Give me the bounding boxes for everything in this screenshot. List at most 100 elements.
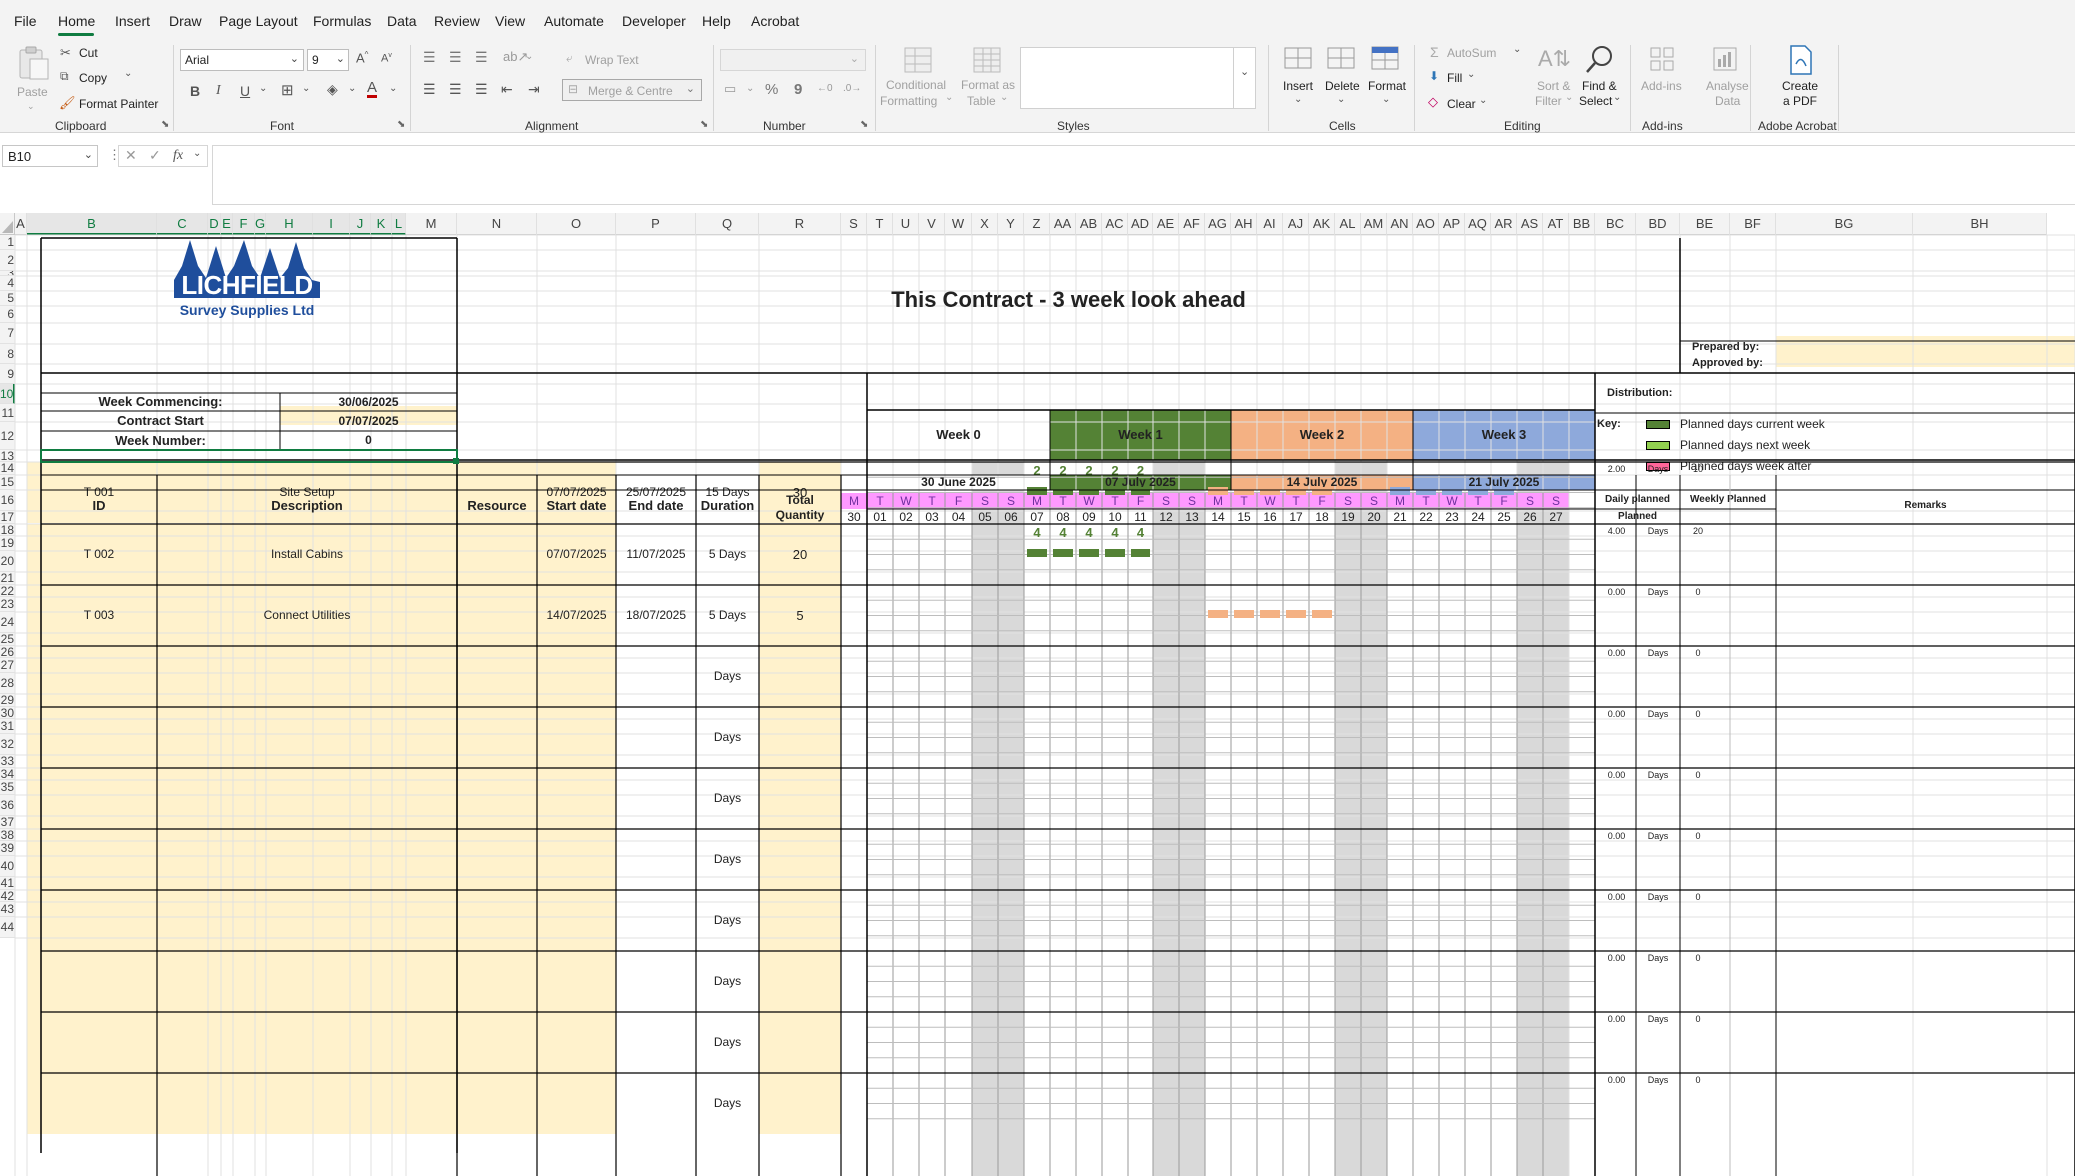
task-start-date[interactable] <box>537 707 616 768</box>
task-end-date[interactable]: 18/07/2025 <box>616 585 696 646</box>
task-description[interactable] <box>157 1012 457 1073</box>
align-left-icon[interactable]: ☰ <box>423 81 436 98</box>
fill-color-chevron-icon[interactable]: ⌄ <box>348 83 356 94</box>
task-start-date[interactable] <box>537 890 616 951</box>
accounting-format-icon[interactable]: ▭ <box>724 81 736 97</box>
accounting-chevron-icon[interactable]: ⌄ <box>746 83 754 94</box>
tab-developer[interactable]: Developer <box>622 13 686 29</box>
comma-style-button[interactable]: 9 <box>794 81 802 98</box>
task-weekly-planned[interactable]: 0 <box>1680 1073 1716 1088</box>
merge-centre-button[interactable]: ⊟ Merge & Centre ⌄ <box>562 79 702 101</box>
task-description[interactable] <box>157 646 457 707</box>
daily-quantity-mark[interactable]: 2 <box>1102 463 1128 478</box>
task-start-date[interactable] <box>537 1073 616 1134</box>
task-description[interactable]: Connect Utilities <box>157 585 457 646</box>
daily-quantity-mark[interactable]: 4 <box>1024 525 1050 540</box>
task-weekly-planned[interactable]: 0 <box>1680 585 1716 600</box>
align-top-icon[interactable]: ☰ <box>423 49 436 66</box>
add-ins-button[interactable]: Add-ins <box>1641 79 1682 93</box>
task-weekly-planned[interactable]: 0 <box>1680 646 1716 661</box>
task-duration[interactable]: 5 Days <box>696 585 759 646</box>
task-id[interactable] <box>41 829 157 890</box>
insert-function-button[interactable]: fx <box>173 148 183 164</box>
daily-quantity-mark[interactable]: 4 <box>1128 525 1153 540</box>
cut-button[interactable]: Cut <box>79 46 98 60</box>
task-weekly-planned[interactable]: 10 <box>1680 462 1716 477</box>
task-id[interactable] <box>41 646 157 707</box>
number-launcher-icon[interactable]: ⬊ <box>860 119 868 130</box>
styles-gallery-more-button[interactable]: ⌄ <box>1233 47 1255 109</box>
sheet-title[interactable]: This Contract - 3 week look ahead <box>457 278 1680 322</box>
task-end-date[interactable] <box>616 646 696 707</box>
borders-chevron-icon[interactable]: ⌄ <box>302 83 310 94</box>
font-family-dropdown[interactable]: Arial ⌄ <box>180 49 304 71</box>
underline-chevron-icon[interactable]: ⌄ <box>259 83 267 94</box>
task-duration[interactable]: Days <box>696 1012 759 1073</box>
task-id[interactable] <box>41 707 157 768</box>
font-color-icon[interactable]: A <box>367 80 378 98</box>
clear-chevron-icon[interactable]: ⌄ <box>1479 95 1487 106</box>
name-box[interactable]: B10 ⌄ <box>2 145 98 167</box>
task-duration[interactable]: Days <box>696 951 759 1012</box>
task-total-quantity[interactable] <box>759 707 841 768</box>
alignment-launcher-icon[interactable]: ⬊ <box>700 119 708 130</box>
week-commencing-value[interactable]: 30/06/2025 <box>280 393 457 411</box>
increase-indent-icon[interactable]: ⇥ <box>528 81 540 98</box>
spreadsheet-grid[interactable]: A B C D E F G H I J K L M N O P Q R S T U V W X Y Z AA AB AC AD AE AF AG… <box>0 213 2075 1176</box>
task-start-date[interactable] <box>537 951 616 1012</box>
task-description[interactable] <box>157 829 457 890</box>
task-weekly-planned[interactable]: 0 <box>1680 707 1716 722</box>
week-number-value[interactable]: 0 <box>280 431 457 450</box>
task-description[interactable] <box>157 707 457 768</box>
decrease-decimal-icon[interactable]: .0→ <box>843 83 861 94</box>
wrap-text-button[interactable]: Wrap Text <box>585 53 639 67</box>
fill-color-icon[interactable]: ◈ <box>327 81 338 98</box>
task-id[interactable]: T 003 <box>41 585 157 646</box>
format-cells-button[interactable]: Format <box>1368 79 1406 93</box>
underline-button[interactable]: U <box>240 83 250 99</box>
task-total-quantity[interactable]: 30 <box>759 462 841 523</box>
tab-home[interactable]: Home <box>58 13 95 29</box>
copy-button[interactable]: Copy <box>79 71 107 85</box>
tab-acrobat[interactable]: Acrobat <box>751 13 799 29</box>
find-select-button[interactable]: Find & <box>1582 79 1617 93</box>
task-end-date[interactable] <box>616 951 696 1012</box>
tab-view[interactable]: View <box>495 13 525 29</box>
task-daily-planned[interactable]: 0.00 <box>1595 768 1638 783</box>
task-start-date[interactable] <box>537 1012 616 1073</box>
font-size-dropdown[interactable]: 9 ⌄ <box>307 49 349 71</box>
task-duration[interactable]: Days <box>696 829 759 890</box>
align-bottom-icon[interactable]: ☰ <box>475 49 488 66</box>
task-duration[interactable]: Days <box>696 890 759 951</box>
task-total-quantity[interactable] <box>759 829 841 890</box>
align-right-icon[interactable]: ☰ <box>475 81 488 98</box>
task-daily-planned[interactable]: 0.00 <box>1595 890 1638 905</box>
tab-file[interactable]: File <box>14 13 37 29</box>
task-end-date[interactable] <box>616 1073 696 1134</box>
autosum-chevron-icon[interactable]: ⌄ <box>1513 44 1521 55</box>
percent-button[interactable]: % <box>765 81 778 98</box>
task-id[interactable] <box>41 768 157 829</box>
increase-font-icon[interactable]: A^ <box>356 50 368 65</box>
task-start-date[interactable] <box>537 768 616 829</box>
sort-filter-button[interactable]: Sort & <box>1537 79 1570 93</box>
fill-button[interactable]: Fill <box>1447 71 1462 85</box>
task-start-date[interactable] <box>537 646 616 707</box>
daily-quantity-mark[interactable]: 2 <box>1128 463 1153 478</box>
task-id[interactable] <box>41 890 157 951</box>
task-weekly-planned[interactable]: 20 <box>1680 524 1716 539</box>
task-end-date[interactable] <box>616 829 696 890</box>
task-total-quantity[interactable] <box>759 768 841 829</box>
task-weekly-planned[interactable]: 0 <box>1680 1012 1716 1027</box>
conditional-formatting-button[interactable]: Conditional <box>886 78 946 92</box>
cell-styles-gallery[interactable] <box>1020 47 1256 109</box>
tab-automate[interactable]: Automate <box>544 13 604 29</box>
task-id[interactable] <box>41 1012 157 1073</box>
tab-review[interactable]: Review <box>434 13 480 29</box>
copy-chevron-icon[interactable]: ⌄ <box>124 68 132 79</box>
tab-page-layout[interactable]: Page Layout <box>219 13 298 29</box>
task-daily-planned[interactable]: 0.00 <box>1595 707 1638 722</box>
task-start-date[interactable] <box>537 829 616 890</box>
font-color-chevron-icon[interactable]: ⌄ <box>389 83 397 94</box>
analyse-data-button[interactable]: Analyse <box>1706 79 1749 93</box>
